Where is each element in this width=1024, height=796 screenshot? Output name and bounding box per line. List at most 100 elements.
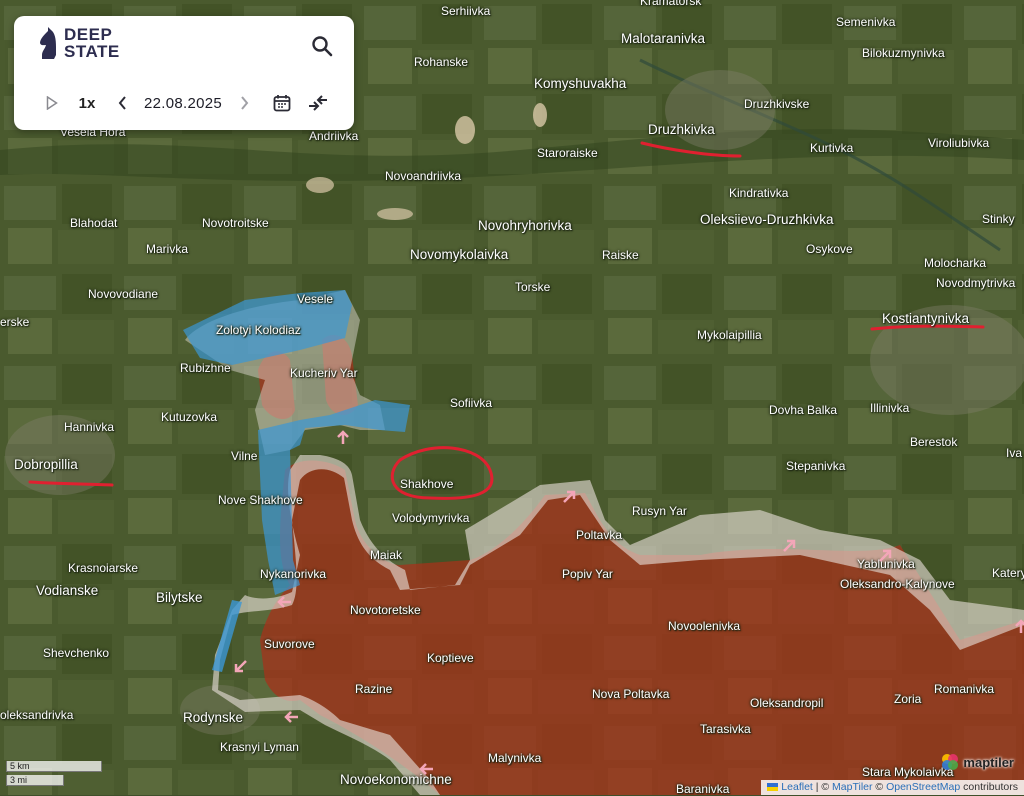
attribution-suffix: contributors [960, 781, 1018, 793]
map-label: oleksandrivka [0, 708, 74, 722]
map-label: Kostiantynivka [882, 311, 970, 326]
map-label: Shakhove [400, 477, 454, 491]
map-label: Molocharka [924, 256, 987, 270]
play-icon [46, 96, 58, 110]
map-label: Popiv Yar [562, 567, 613, 581]
quarry-patch [306, 177, 334, 193]
attack-arrow-icon [563, 490, 576, 503]
map-label: Novomykolaivka [410, 247, 509, 262]
map-label: Novoandriivka [385, 169, 462, 183]
map-label: Nykanorivka [260, 567, 327, 581]
map-label: Vilne [231, 449, 258, 463]
map-label: Druzhkivka [648, 122, 715, 137]
map-label: Zolotyi Kolodiaz [216, 323, 301, 337]
speed-toggle[interactable]: 1x [76, 90, 98, 116]
map-label: Kutuzovka [161, 410, 218, 424]
map-label: Serhiivka [441, 4, 491, 18]
scale-mi: 3 mi [6, 775, 64, 786]
prev-date-button[interactable] [114, 90, 130, 116]
map-label: Bilokuzmynivka [862, 46, 945, 60]
map-label: Nova Poltavka [592, 687, 670, 701]
map-label: Rusyn Yar [632, 504, 687, 518]
map-label: Rohanske [414, 55, 469, 69]
map-label: Berestok [910, 435, 958, 449]
attribution-separator: | © [812, 781, 833, 793]
map-label: Stepanivka [786, 459, 846, 473]
map-label: Poltavka [576, 528, 623, 542]
map-label: Dovha Balka [769, 403, 838, 417]
quarry-patch [377, 208, 413, 220]
map-label: Krasnyi Lyman [220, 740, 299, 754]
app-name-line1: DEEP [64, 25, 113, 44]
map-label: Kindrativka [729, 186, 789, 200]
map-label: Tarasivka [700, 722, 751, 736]
compare-button[interactable] [306, 90, 330, 116]
search-icon[interactable] [310, 34, 334, 58]
attack-arrow-icon [277, 596, 291, 608]
map-label: Maiak [370, 548, 403, 562]
map-label: Dobropillia [14, 457, 78, 472]
maptiler-logo-text: maptiler [963, 754, 1014, 770]
map-label: Stinky [982, 212, 1015, 226]
attack-arrow-icon [284, 711, 298, 723]
maptiler-link[interactable]: MapTiler [832, 781, 872, 793]
map-label: Romanivka [934, 682, 995, 696]
map-label: Zoria [894, 692, 922, 706]
map-label: Malynivka [488, 751, 542, 765]
map-label: Krasnoiarske [68, 561, 139, 575]
map-label: Baranivka [676, 782, 730, 796]
map-label: Koptieve [427, 651, 474, 665]
calendar-button[interactable] [272, 90, 292, 116]
map-label: Illinivka [870, 401, 910, 415]
compare-icon [309, 95, 327, 111]
current-date[interactable]: 22.08.2025 [140, 90, 226, 116]
map-label: Katery [992, 566, 1024, 580]
map-label: Kucheriv Yar [290, 366, 358, 380]
map-label: Volodymyrivka [392, 511, 470, 525]
map-label: Staroraiske [537, 146, 598, 160]
next-date-button[interactable] [236, 90, 252, 116]
map-label: Bilytske [156, 590, 203, 605]
map-label: Druzhkivske [744, 97, 810, 111]
map-label: Andriivka [309, 129, 359, 143]
maptiler-logo[interactable]: maptiler [940, 752, 1014, 772]
map-label: Shevchenko [43, 646, 110, 660]
map-label: Raiske [602, 248, 639, 262]
quarry-patch [533, 103, 547, 127]
map-attribution: Leaflet | © MapTiler © OpenStreetMap con… [761, 780, 1024, 795]
map-label: Novohryhorivka [478, 218, 572, 233]
leaflet-link[interactable]: Leaflet [781, 781, 813, 793]
osm-link[interactable]: OpenStreetMap [886, 781, 960, 793]
map-label: Kramatorsk [640, 0, 702, 8]
map-label: Novoolenivka [668, 619, 741, 633]
map-label: Blahodat [70, 216, 118, 230]
map-label: Semenivka [836, 15, 896, 29]
map-label: Oleksiievo-Druzhkivka [700, 212, 834, 227]
map-label: Oleksandro-Kalynove [840, 577, 955, 591]
map-label: Novovodiane [88, 287, 159, 301]
map-label: Torske [515, 280, 551, 294]
quarry-patch [455, 116, 475, 144]
chevron-left-icon [118, 96, 126, 110]
attack-arrow-icon [783, 539, 796, 552]
map-label: Oleksandropil [750, 696, 824, 710]
attack-arrow-icon [879, 549, 892, 562]
attack-arrow-icon [234, 660, 247, 673]
attack-arrow-icon [1015, 619, 1024, 633]
timeline-controls: 1x 22.08.2025 [14, 90, 354, 116]
map-label: Suvorove [264, 637, 315, 651]
deepstate-logo[interactable]: DEEP STATE [38, 25, 120, 61]
map-label: Malotaranivka [621, 31, 706, 46]
map-label: Novotroitske [202, 216, 269, 230]
app-name: DEEP STATE [64, 26, 120, 60]
map-label: Vesele [297, 292, 334, 306]
map-label: Rodynske [183, 710, 244, 725]
calendar-icon [273, 95, 291, 112]
ukraine-flag-icon [767, 783, 779, 792]
map-label: Razine [355, 682, 393, 696]
scale-km: 5 km [6, 761, 102, 772]
play-button[interactable] [42, 90, 62, 116]
map-label: Novotoretske [350, 603, 421, 617]
chevron-right-icon [240, 96, 248, 110]
map-label: Iva [1006, 446, 1023, 460]
